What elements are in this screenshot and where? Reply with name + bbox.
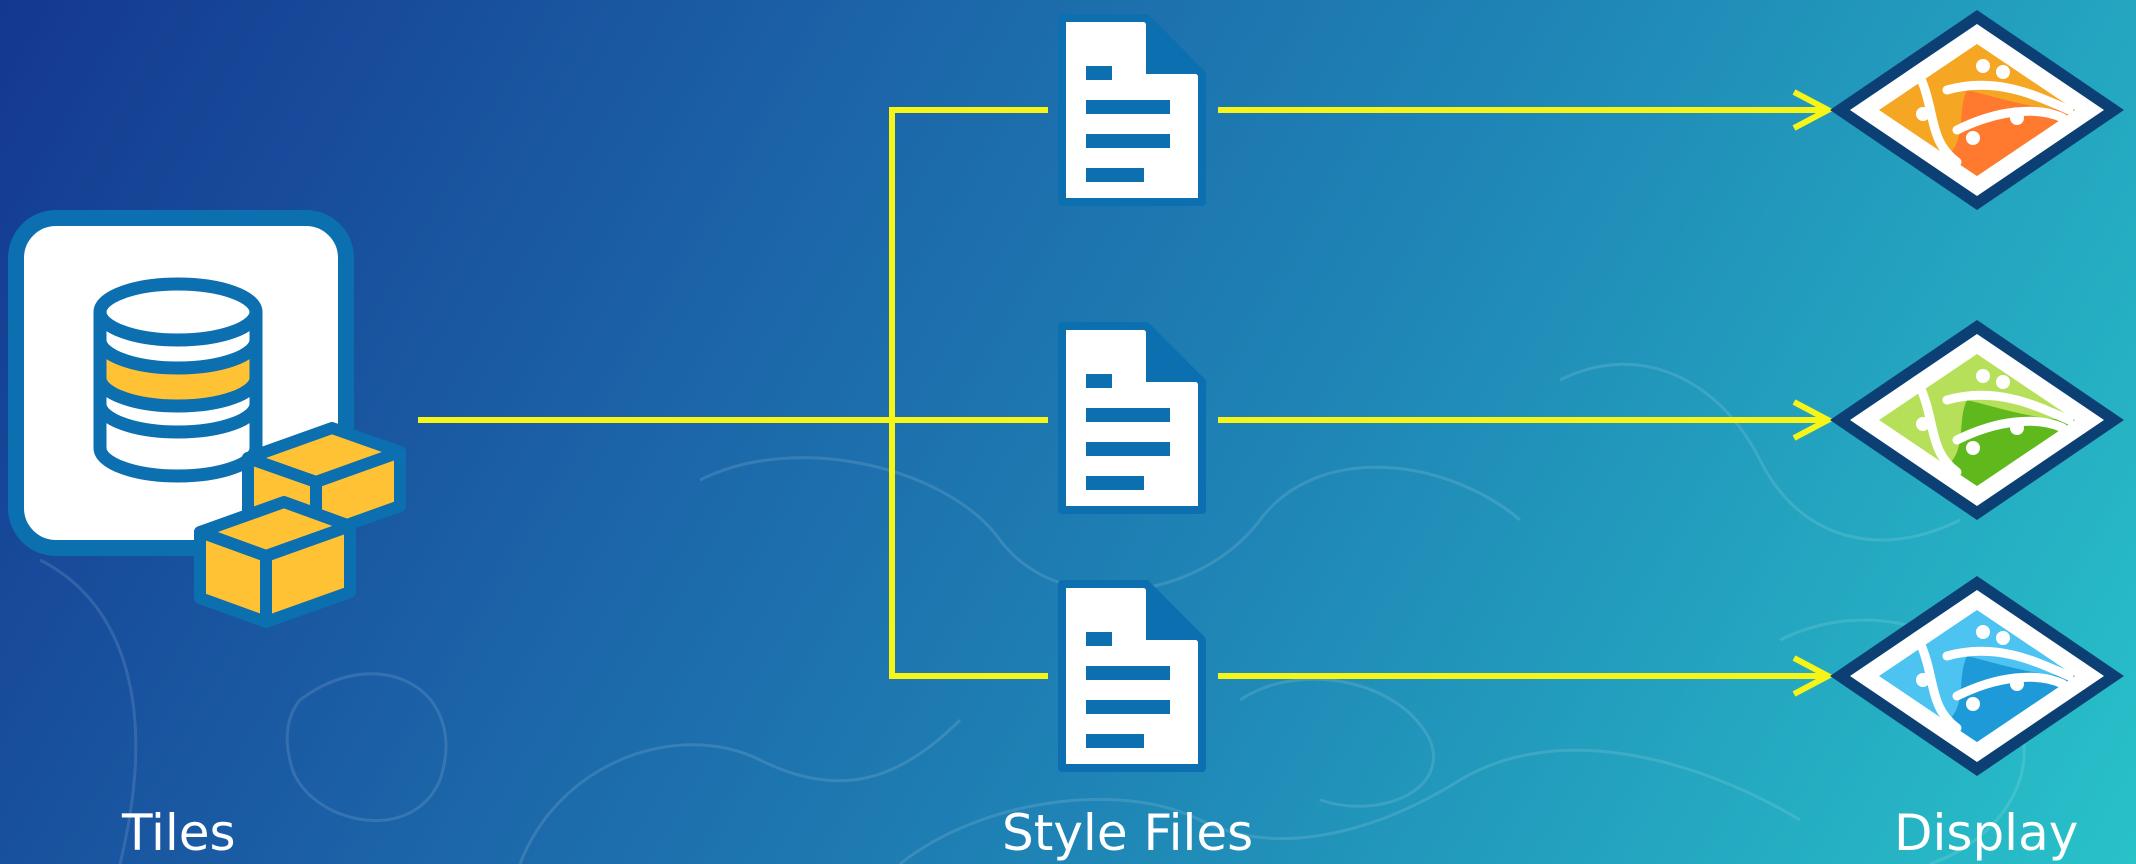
tiles-label: Tiles	[122, 804, 236, 862]
style-file-icon	[1058, 322, 1206, 514]
map-display-icon	[1830, 576, 2124, 776]
style-file-icon	[1058, 580, 1206, 772]
flow-diagram	[8, 10, 2124, 864]
style-file-icon	[1058, 14, 1206, 206]
database-tiles-icon	[8, 210, 406, 628]
map-display-icon	[1830, 320, 2124, 520]
style-files-label: Style Files	[1002, 804, 1254, 862]
connector-branch	[889, 107, 1048, 679]
map-display-icon	[1830, 10, 2124, 210]
display-label: Display	[1894, 804, 2079, 862]
